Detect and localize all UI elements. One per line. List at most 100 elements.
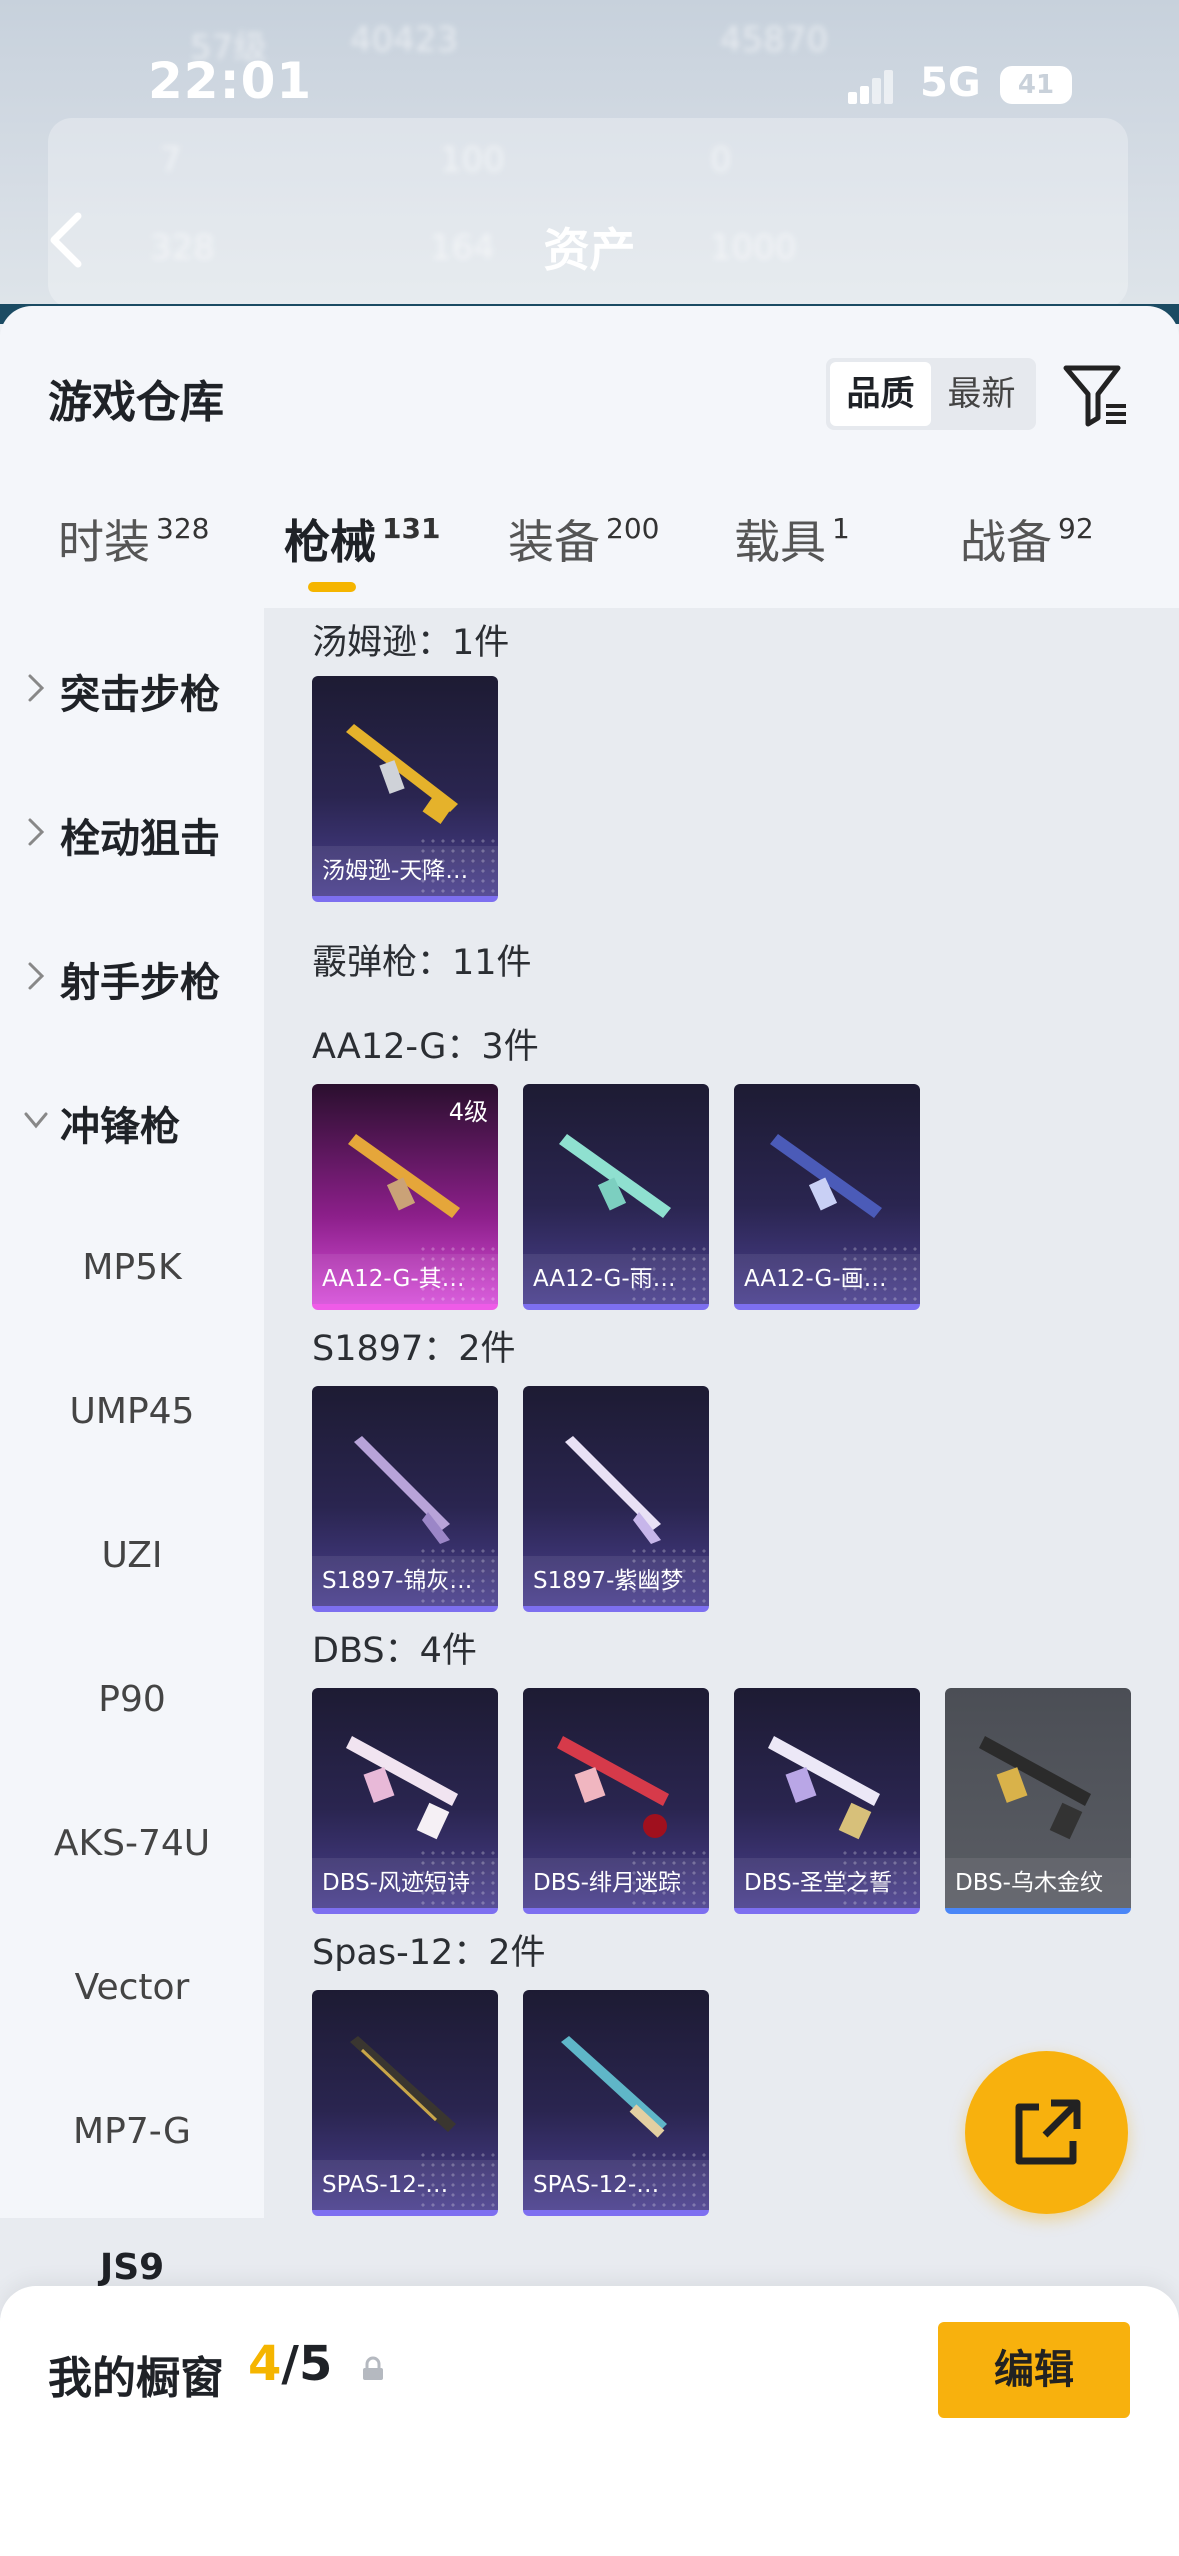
gun-thumbnail-icon bbox=[768, 1736, 880, 1840]
tab-label: 枪械 bbox=[284, 515, 376, 569]
tab-label: 时装 bbox=[58, 515, 150, 569]
tab-fashion[interactable]: 时装 328 bbox=[58, 506, 209, 572]
showcase-count: 4/5 bbox=[248, 2336, 332, 2392]
sidebar-item-assault-rifle[interactable]: 突击步枪 bbox=[0, 648, 264, 728]
weapon-name: AA12-G-雨… bbox=[523, 1254, 709, 1304]
sidebar-item-label: 冲锋枪 bbox=[60, 1104, 180, 1150]
lock-icon bbox=[363, 2356, 383, 2380]
gun-thumbnail-icon bbox=[565, 1436, 661, 1544]
weapon-name: 汤姆逊-天降… bbox=[312, 846, 498, 896]
weapon-name: DBS-乌木金纹 bbox=[945, 1858, 1131, 1908]
chevron-down-icon bbox=[24, 1112, 48, 1129]
weapon-card[interactable]: 汤姆逊-天降… bbox=[312, 676, 498, 902]
weapon-card[interactable]: DBS-圣堂之誓 bbox=[734, 1688, 920, 1914]
gun-thumbnail-icon bbox=[354, 1436, 450, 1544]
weapon-type-sidebar: 突击步枪 栓动狙击 射手步枪 冲锋枪 MP5K UMP45 UZI P90 AK… bbox=[0, 608, 264, 2556]
sort-newest-option[interactable]: 最新 bbox=[931, 362, 1032, 426]
tab-equipment[interactable]: 装备 200 bbox=[508, 506, 659, 572]
weapon-card[interactable]: 4级 AA12-G-其… bbox=[312, 1084, 498, 1310]
sidebar-subitem[interactable]: Vector bbox=[0, 1948, 264, 2028]
sidebar-item-label: 射手步枪 bbox=[60, 960, 220, 1006]
tab-count: 1 bbox=[832, 512, 850, 545]
group-header: 霰弹枪：11件 bbox=[312, 943, 532, 983]
group-header: DBS：4件 bbox=[312, 1631, 477, 1671]
tab-count: 200 bbox=[606, 512, 660, 545]
weapon-name: S1897-紫幽梦 bbox=[523, 1556, 709, 1606]
sidebar-item-marksman-rifle[interactable]: 射手步枪 bbox=[0, 936, 264, 1016]
sidebar-item-label: 栓动狙击 bbox=[60, 816, 220, 862]
sidebar-subitem[interactable]: MP7-G bbox=[0, 2092, 264, 2172]
battery-icon: 41 bbox=[1000, 66, 1072, 104]
weapon-card[interactable]: AA12-G-画… bbox=[734, 1084, 920, 1310]
edit-button[interactable]: 编辑 bbox=[938, 2322, 1130, 2418]
share-icon bbox=[1015, 2099, 1081, 2165]
showcase-count-current: 4 bbox=[248, 2336, 282, 2392]
weapon-name: AA12-G-其… bbox=[312, 1254, 498, 1304]
weapon-name: DBS-圣堂之誓 bbox=[734, 1858, 920, 1908]
status-bar: 22:01 5G 41 bbox=[0, 52, 1179, 122]
tab-label: 载具 bbox=[734, 515, 826, 569]
tab-count: 131 bbox=[382, 512, 441, 545]
weapon-name: SPAS-12-… bbox=[523, 2160, 709, 2210]
weapon-card[interactable]: DBS-绯月迷踪 bbox=[523, 1688, 709, 1914]
showcase-panel: 我的橱窗 4/5 编辑 bbox=[0, 2286, 1179, 2556]
group-header: Spas-12：2件 bbox=[312, 1933, 546, 1973]
weapon-card[interactable]: S1897-紫幽梦 bbox=[523, 1386, 709, 1612]
weapon-name: SPAS-12-… bbox=[312, 2160, 498, 2210]
chevron-right-icon bbox=[28, 818, 45, 846]
weapon-name: S1897-锦灰… bbox=[312, 1556, 498, 1606]
tab-vehicles[interactable]: 载具 1 bbox=[734, 506, 850, 572]
weapon-card[interactable]: S1897-锦灰… bbox=[312, 1386, 498, 1612]
weapon-grid: 汤姆逊：1件 汤姆逊-天降… 霰弹枪：11件 AA12-G：3件 4级 AA12… bbox=[264, 608, 1179, 2498]
gun-thumbnail-icon bbox=[350, 2036, 456, 2132]
tab-count: 328 bbox=[156, 512, 210, 545]
weapon-name: DBS-风迹短诗 bbox=[312, 1858, 498, 1908]
showcase-count-total: /5 bbox=[281, 2336, 333, 2392]
weapon-card[interactable]: SPAS-12-… bbox=[312, 1990, 498, 2216]
sidebar-subitem[interactable]: UMP45 bbox=[0, 1372, 264, 1452]
weapon-name: DBS-绯月迷踪 bbox=[523, 1858, 709, 1908]
chevron-right-icon bbox=[28, 962, 45, 990]
sidebar-subitem[interactable]: MP5K bbox=[0, 1228, 264, 1308]
sidebar-item-smg[interactable]: 冲锋枪 bbox=[0, 1080, 264, 1160]
weapon-card[interactable]: DBS-风迹短诗 bbox=[312, 1688, 498, 1914]
status-time: 22:01 bbox=[148, 52, 313, 110]
group-header: AA12-G：3件 bbox=[312, 1027, 539, 1067]
weapon-name: AA12-G-画… bbox=[734, 1254, 920, 1304]
sort-quality-option[interactable]: 品质 bbox=[830, 362, 931, 426]
chevron-right-icon bbox=[28, 674, 45, 702]
sidebar-subitem[interactable]: P90 bbox=[0, 1660, 264, 1740]
weapon-card[interactable]: SPAS-12-… bbox=[523, 1990, 709, 2216]
network-type: 5G bbox=[920, 60, 981, 106]
gun-thumbnail-icon bbox=[559, 1134, 671, 1218]
gun-thumbnail-icon bbox=[561, 2036, 667, 2138]
weapon-card[interactable]: DBS-乌木金纹 bbox=[945, 1688, 1131, 1914]
gun-thumbnail-icon bbox=[979, 1736, 1091, 1840]
active-tab-indicator bbox=[308, 582, 356, 592]
share-button[interactable] bbox=[965, 2051, 1128, 2214]
signal-icon bbox=[848, 70, 894, 104]
filter-icon[interactable] bbox=[1060, 358, 1130, 430]
sidebar-subitem[interactable]: AKS-74U bbox=[0, 1804, 264, 1884]
tab-label: 战备 bbox=[960, 515, 1052, 569]
tab-count: 92 bbox=[1058, 512, 1094, 545]
weapon-card[interactable]: AA12-G-雨… bbox=[523, 1084, 709, 1310]
warehouse-title: 游戏仓库 bbox=[48, 377, 224, 428]
warehouse-sheet: 游戏仓库 品质 最新 时装 328 枪械 131 装备 200 载具 1 战备 92 bbox=[0, 306, 1179, 2556]
gun-thumbnail-icon bbox=[346, 1736, 458, 1840]
group-header: S1897：2件 bbox=[312, 1329, 516, 1369]
gun-thumbnail-icon bbox=[557, 1736, 669, 1838]
sort-toggle: 品质 最新 bbox=[826, 358, 1036, 430]
gun-thumbnail-icon bbox=[770, 1134, 882, 1218]
showcase-title: 我的橱窗 bbox=[48, 2353, 224, 2404]
sidebar-item-label: 突击步枪 bbox=[60, 672, 220, 718]
sidebar-item-bolt-sniper[interactable]: 栓动狙击 bbox=[0, 792, 264, 872]
page-title: 资产 bbox=[543, 223, 636, 277]
category-tabs: 时装 328 枪械 131 装备 200 载具 1 战备 92 bbox=[0, 506, 1179, 606]
gun-thumbnail-icon bbox=[346, 724, 458, 824]
sidebar-subitem[interactable]: UZI bbox=[0, 1516, 264, 1596]
tab-supplies[interactable]: 战备 92 bbox=[960, 506, 1094, 572]
tab-firearms[interactable]: 枪械 131 bbox=[284, 506, 440, 572]
background-header: 57级 40423 45870 7 100 0 328 164 1000 22:… bbox=[0, 0, 1179, 320]
tab-label: 装备 bbox=[508, 515, 600, 569]
